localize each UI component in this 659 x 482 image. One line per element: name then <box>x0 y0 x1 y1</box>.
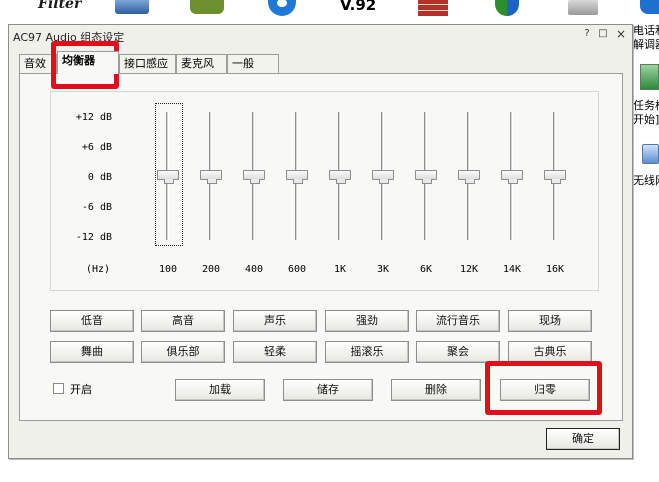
audio-config-dialog: AC97 Audio 组态设定 ? □ × 音效 均衡器 接口感应 麦克风 一般… <box>8 24 633 459</box>
preset-soft-button[interactable]: 轻柔 <box>233 341 317 363</box>
enable-checkbox-label[interactable]: 开启 <box>70 381 92 397</box>
db-label-plus6: +6 dB <box>81 142 112 153</box>
desktop-label-modem[interactable]: 解调器 <box>633 36 659 52</box>
tab-equalizer[interactable]: 均衡器 <box>57 51 119 74</box>
freq-label-16K: 16K <box>545 264 565 275</box>
equalizer-slider-area <box>50 91 599 291</box>
preset-live-button[interactable]: 现场 <box>508 310 592 332</box>
nvidia-icon[interactable] <box>190 0 224 14</box>
tab-jack-sensing[interactable]: 接口感应 <box>119 54 176 73</box>
preset-pop-button[interactable]: 流行音乐 <box>416 310 500 332</box>
delete-button[interactable]: 删除 <box>391 379 481 401</box>
load-button[interactable]: 加载 <box>175 379 265 401</box>
q-icon[interactable] <box>268 0 296 16</box>
monitor-icon[interactable] <box>115 0 149 14</box>
brick-wall-icon[interactable] <box>418 0 448 16</box>
preset-vocal-button[interactable]: 声乐 <box>233 310 317 332</box>
preset-club-button[interactable]: 俱乐部 <box>141 341 225 363</box>
printer-icon[interactable] <box>568 0 598 15</box>
preset-treble-button[interactable]: 高音 <box>141 310 225 332</box>
freq-label-100: 100 <box>158 264 178 275</box>
freq-label-1K: 1K <box>333 264 347 275</box>
eq-slider-thumb-200[interactable] <box>200 170 222 180</box>
eq-slider-thumb-400[interactable] <box>243 170 265 180</box>
tab-sound-effects[interactable]: 音效 <box>19 54 57 73</box>
eq-slider-thumb-12K[interactable] <box>458 170 480 180</box>
preset-dance-button[interactable]: 舞曲 <box>50 341 134 363</box>
freq-label-200: 200 <box>201 264 221 275</box>
dialog-titlebar[interactable]: AC97 Audio 组态设定 ? □ × <box>9 25 632 45</box>
db-label-plus12: +12 dB <box>75 112 112 123</box>
preset-powerful-button[interactable]: 强劲 <box>325 310 409 332</box>
preset-classical-button[interactable]: 古典乐 <box>508 341 592 363</box>
filter-logo-icon[interactable]: Filter <box>38 0 81 12</box>
eq-slider-thumb-16K[interactable] <box>544 170 566 180</box>
eq-slider-thumb-1K[interactable] <box>329 170 351 180</box>
desktop-label-start[interactable]: 开始] <box>633 111 659 127</box>
desktop-top-strip: Filter V.92 <box>0 0 659 22</box>
tab-microphone[interactable]: 麦克风 <box>176 54 227 73</box>
wireless-network-icon[interactable] <box>642 144 659 164</box>
freq-label-6K: 6K <box>419 264 433 275</box>
help-button[interactable]: ? <box>581 28 593 40</box>
db-label-minus12: -12 dB <box>75 232 112 243</box>
eq-slider-thumb-14K[interactable] <box>501 170 523 180</box>
dialog-title: AC97 Audio 组态设定 <box>13 31 125 44</box>
security-shield-icon[interactable] <box>495 0 519 16</box>
preset-party-button[interactable]: 聚会 <box>416 341 500 363</box>
freq-label-3K: 3K <box>376 264 390 275</box>
db-label-minus6: -6 dB <box>81 202 112 213</box>
eq-slider-thumb-100[interactable] <box>157 170 179 180</box>
reset-button[interactable]: 归零 <box>500 379 590 401</box>
freq-label-12K: 12K <box>459 264 479 275</box>
hz-unit-label: (Hz) <box>85 264 111 275</box>
tab-general[interactable]: 一般 <box>227 54 279 73</box>
taskbar-shortcut-icon[interactable] <box>640 64 659 90</box>
desktop-label-wireless[interactable]: 无线网 <box>633 172 659 188</box>
network-icon[interactable] <box>640 0 659 14</box>
freq-label-600: 600 <box>287 264 307 275</box>
maximize-button[interactable]: □ <box>597 28 609 40</box>
eq-slider-thumb-3K[interactable] <box>372 170 394 180</box>
db-label-zero: 0 dB <box>87 172 112 183</box>
equalizer-panel: +12 dB +6 dB 0 dB -6 dB -12 dB (Hz) 低音 高… <box>19 73 623 421</box>
version-label[interactable]: V.92 <box>340 0 376 14</box>
eq-slider-thumb-6K[interactable] <box>415 170 437 180</box>
eq-slider-thumb-600[interactable] <box>286 170 308 180</box>
freq-label-14K: 14K <box>502 264 522 275</box>
save-button[interactable]: 储存 <box>283 379 373 401</box>
ok-button[interactable]: 确定 <box>546 428 620 450</box>
preset-rock-button[interactable]: 摇滚乐 <box>325 341 409 363</box>
freq-label-400: 400 <box>244 264 264 275</box>
preset-bass-button[interactable]: 低音 <box>50 310 134 332</box>
enable-checkbox[interactable] <box>53 383 64 394</box>
close-button[interactable]: × <box>615 28 627 40</box>
